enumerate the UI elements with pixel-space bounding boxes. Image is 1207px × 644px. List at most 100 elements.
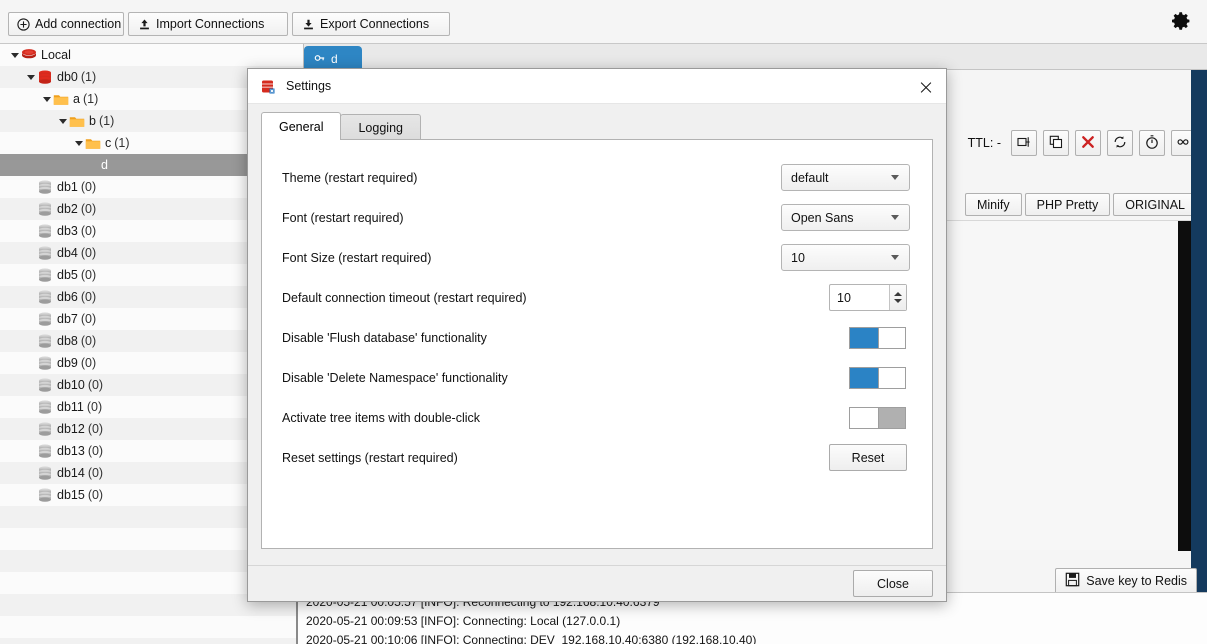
tree-item-count: (0) (80, 334, 97, 348)
setting-row-font-size: Font Size (restart required) 10 (262, 238, 934, 278)
delete-key-icon (1080, 134, 1096, 153)
gear-icon (1169, 9, 1193, 36)
chevron-down-icon[interactable] (56, 118, 69, 124)
tree-item-label: db6 (57, 290, 78, 304)
database-gray-icon (37, 443, 53, 459)
tree-item-count: (0) (87, 422, 104, 436)
database-gray-icon (37, 311, 53, 327)
key-tabstrip: d (304, 44, 1207, 72)
chevron-up-icon[interactable] (894, 292, 902, 296)
settings-gear-button[interactable] (1167, 8, 1195, 36)
font-size-select[interactable]: 10 (781, 244, 910, 271)
activate-tree-items-label: Activate tree items with double-click (282, 411, 480, 425)
toggle-knob (877, 408, 905, 428)
tree-empty-row (0, 616, 303, 638)
setting-row-disable-delete-namespace: Disable 'Delete Namespace' functionality (262, 358, 934, 398)
chevron-down-icon[interactable] (24, 74, 37, 80)
close-button[interactable]: Close (853, 570, 933, 597)
tree-item-count: (1) (82, 92, 99, 106)
setting-row-activate-tree-items: Activate tree items with double-click (262, 398, 934, 438)
import-connections-button[interactable]: Import Connections (128, 12, 288, 36)
setting-row-theme: Theme (restart required) default (262, 158, 934, 198)
tree-item-label: db12 (57, 422, 85, 436)
tab-general[interactable]: General (261, 112, 342, 140)
database-gray-icon (37, 179, 53, 195)
tree-item-label: db5 (57, 268, 78, 282)
floppy-disk-icon (1065, 572, 1080, 590)
tree-item-label: db11 (57, 400, 84, 414)
chevron-down-icon[interactable] (72, 140, 85, 146)
save-key-label: Save key to Redis (1086, 574, 1187, 588)
key-icon (314, 52, 326, 67)
key-actions-bar: TTL: - (968, 130, 1197, 156)
stepper-arrows[interactable] (889, 285, 906, 310)
disable-delete-namespace-toggle[interactable] (849, 367, 906, 389)
value-format-bar: Minify PHP Pretty ORIGINAL (964, 193, 1197, 216)
tree-item-label: c (105, 136, 112, 150)
delete-key-icon-button[interactable] (1075, 130, 1101, 156)
export-connections-label: Export Connections (320, 17, 430, 31)
tree-item-count: (0) (80, 356, 97, 370)
theme-value: default (791, 170, 829, 185)
add-connection-button[interactable]: Add connection (8, 12, 124, 36)
log-line: 2020-05-21 00:10:06 [INFO]: Connecting: … (296, 631, 1207, 644)
font-value: Open Sans (791, 210, 854, 225)
font-select[interactable]: Open Sans (781, 204, 910, 231)
close-icon[interactable] (914, 75, 938, 99)
tab-logging[interactable]: Logging (340, 114, 421, 140)
export-connections-button[interactable]: Export Connections (292, 12, 450, 36)
disable-delete-namespace-label: Disable 'Delete Namespace' functionality (282, 371, 508, 385)
database-gray-icon (37, 267, 53, 283)
tree-item-local[interactable]: Local (0, 44, 303, 66)
reset-button[interactable]: Reset (829, 444, 907, 471)
chevron-down-icon[interactable] (8, 52, 21, 58)
activate-tree-items-toggle[interactable] (849, 407, 906, 429)
database-red-icon (37, 69, 53, 85)
tree-item-label: a (73, 92, 80, 106)
tree-item-label: db13 (57, 444, 85, 458)
toggle-track (850, 408, 878, 428)
tree-item-label: db14 (57, 466, 85, 480)
save-bar: Save key to Redis (1055, 568, 1197, 594)
database-gray-icon (37, 333, 53, 349)
tree-item-count: (0) (87, 378, 104, 392)
setting-row-font: Font (restart required) Open Sans (262, 198, 934, 238)
right-edge-panel (1191, 70, 1207, 600)
log-line: 2020-05-21 00:09:53 [INFO]: Connecting: … (296, 612, 1207, 631)
tree-item-count: (0) (80, 224, 97, 238)
font-size-value: 10 (791, 250, 805, 265)
dialog-titlebar[interactable]: Settings (248, 69, 946, 104)
theme-select[interactable]: default (781, 164, 910, 191)
toggle-knob (877, 328, 905, 348)
timer-icon-button[interactable] (1139, 130, 1165, 156)
tree-item-count: (1) (80, 70, 97, 84)
timer-icon (1144, 134, 1160, 153)
connection-timeout-stepper[interactable]: 10 (829, 284, 907, 311)
tree-item-label: db9 (57, 356, 78, 370)
tree-item-count: (0) (80, 202, 97, 216)
refresh-icon-button[interactable] (1107, 130, 1133, 156)
redis-logo-icon (21, 47, 37, 63)
minify-button[interactable]: Minify (964, 193, 1022, 216)
php-pretty-button[interactable]: PHP Pretty (1024, 193, 1111, 216)
folder-icon (53, 91, 69, 107)
tree-item-count: (0) (87, 488, 104, 502)
tree-item-count: (0) (80, 180, 97, 194)
tree-item-label: db2 (57, 202, 78, 216)
copy-key-icon-button[interactable] (1043, 130, 1069, 156)
save-key-to-redis-button[interactable]: Save key to Redis (1055, 568, 1197, 594)
tree-item-label: Local (41, 48, 71, 62)
disable-flush-database-toggle[interactable] (849, 327, 906, 349)
chevron-down-icon[interactable] (894, 299, 902, 303)
tree-item-count: (0) (80, 290, 97, 304)
connection-timeout-value: 10 (837, 290, 851, 305)
database-gray-icon (37, 465, 53, 481)
original-button[interactable]: ORIGINAL (1113, 193, 1197, 216)
chevron-down-icon (891, 215, 899, 220)
tree-item-label: db3 (57, 224, 78, 238)
tree-item-count: (1) (98, 114, 115, 128)
rename-key-icon-button[interactable] (1011, 130, 1037, 156)
ttl-label: TTL: - (967, 136, 1001, 150)
chevron-down-icon[interactable] (40, 96, 53, 102)
copy-key-icon (1048, 134, 1064, 153)
